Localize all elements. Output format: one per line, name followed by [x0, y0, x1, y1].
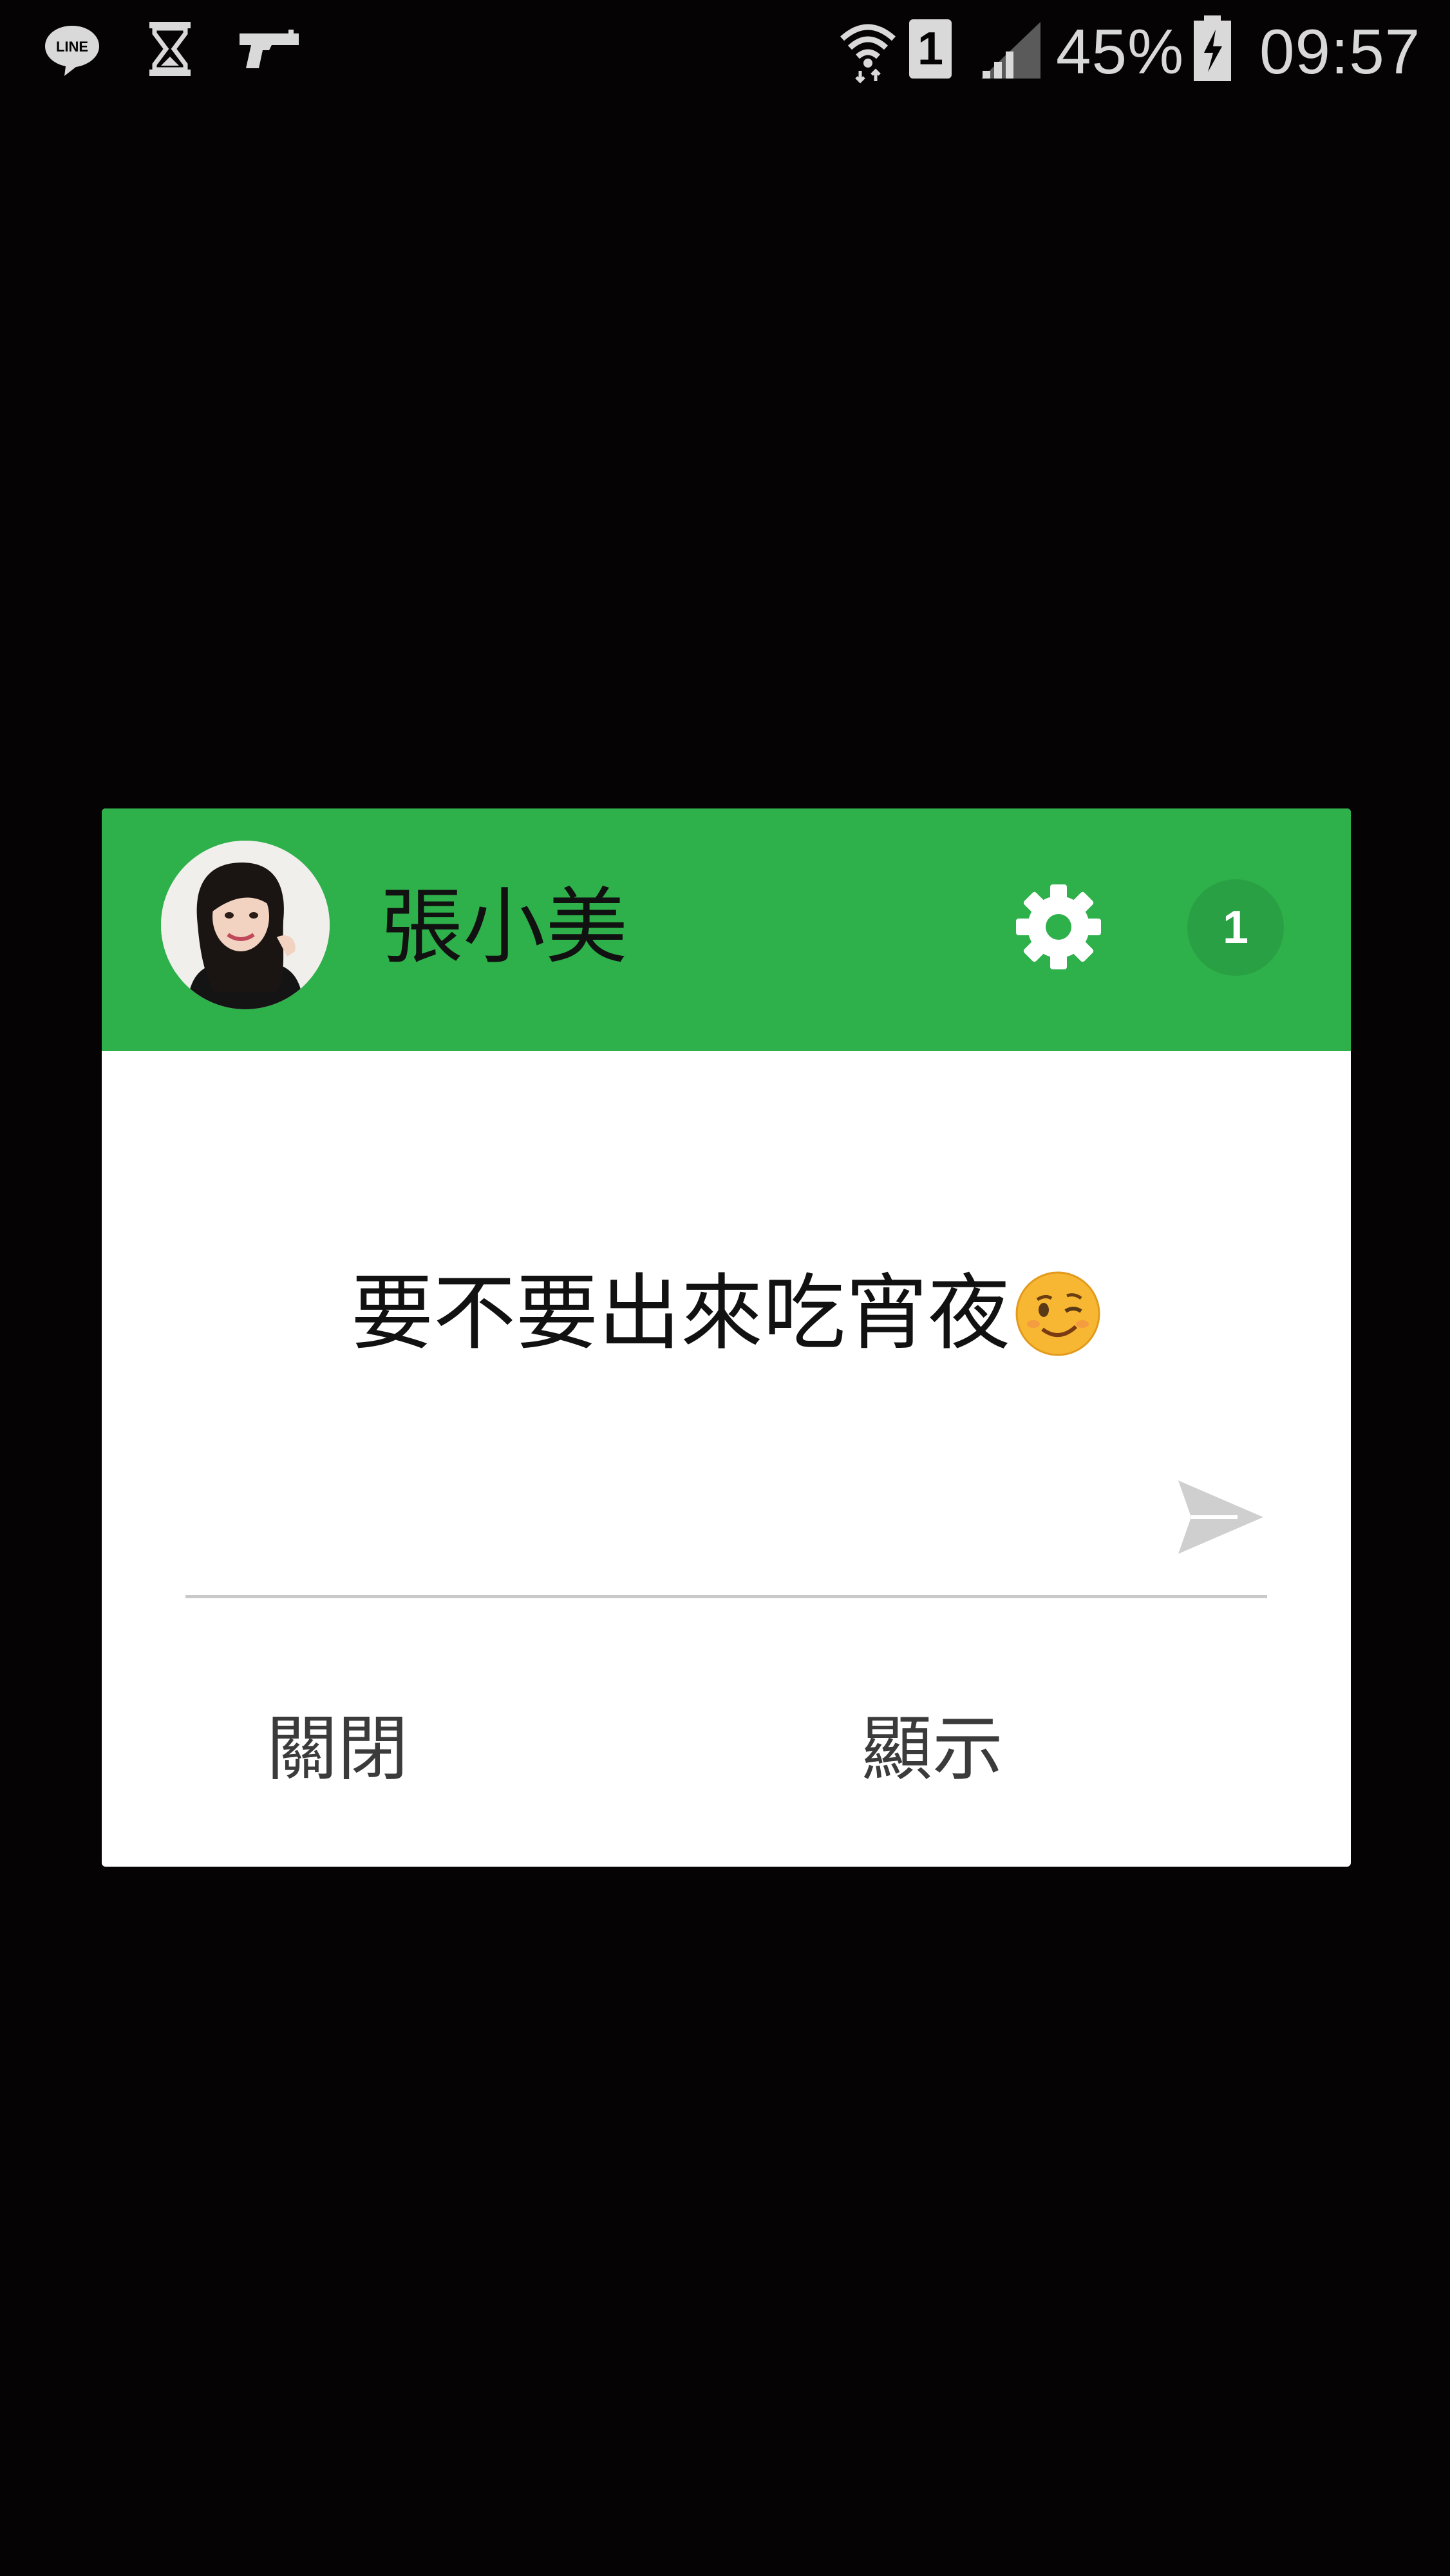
winking-face-emoji	[1015, 1271, 1100, 1356]
svg-text:LINE: LINE	[56, 39, 88, 55]
hourglass-icon	[149, 22, 191, 76]
message-row: 要不要出來吃宵夜	[102, 1265, 1351, 1362]
popup-header: 張小美 1	[102, 808, 1351, 1051]
cellular-signal-icon	[981, 22, 1040, 79]
reply-input[interactable]	[185, 1465, 1180, 1563]
phone-screen: LINE 1 45% 09:57 張小美 1 要不要出來吃宵夜 關閉 顯示	[0, 0, 1450, 2576]
gear-icon[interactable]	[1010, 878, 1107, 976]
pistol-icon	[240, 30, 299, 68]
battery-charging-icon	[1194, 15, 1231, 81]
sender-name: 張小美	[381, 879, 628, 975]
send-arrow-icon[interactable]	[1176, 1475, 1266, 1559]
unread-count-badge: 1	[1187, 879, 1284, 976]
line-app-icon: LINE	[45, 26, 99, 76]
input-underline	[185, 1595, 1267, 1598]
battery-percent: 45%	[1056, 16, 1185, 87]
sender-avatar[interactable]	[161, 841, 330, 1009]
wifi-icon	[840, 24, 896, 84]
sim-number-label: 1	[917, 23, 944, 75]
show-button[interactable]: 顯示	[739, 1690, 1125, 1806]
status-bar: LINE 1 45% 09:57	[0, 0, 1450, 103]
message-text: 要不要出來吃宵夜	[350, 1265, 1010, 1361]
sim-1-icon: 1	[909, 19, 952, 79]
clock-time: 09:57	[1259, 16, 1421, 87]
avatar-portrait-icon	[161, 841, 330, 1009]
line-message-popup: 張小美 1 要不要出來吃宵夜 關閉 顯示	[102, 808, 1351, 1867]
close-button[interactable]: 關閉	[144, 1690, 531, 1806]
